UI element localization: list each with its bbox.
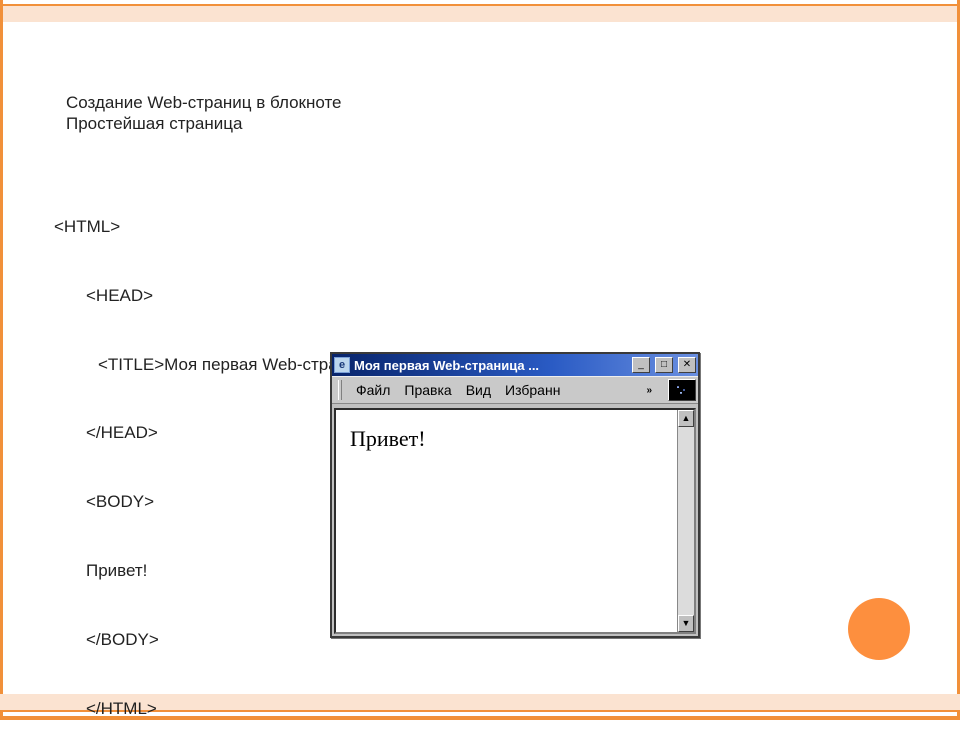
- vertical-scrollbar[interactable]: ▲ ▼: [677, 410, 694, 632]
- heading-line-2: Простейшая страница: [66, 113, 342, 134]
- heading-line-1: Создание Web-страниц в блокноте: [66, 92, 342, 113]
- heading-block: Создание Web-страниц в блокноте Простейш…: [66, 92, 342, 135]
- throbber-icon: [668, 379, 696, 401]
- minimize-button[interactable]: _: [632, 357, 650, 373]
- titlebar[interactable]: e Моя первая Web-страница ... _ □ ✕: [332, 354, 698, 376]
- code-line: <HEAD>: [54, 285, 447, 308]
- maximize-button[interactable]: □: [655, 357, 673, 373]
- viewport-frame: Привет! ▲ ▼: [334, 408, 696, 634]
- scroll-down-button[interactable]: ▼: [678, 615, 694, 632]
- code-line: <HTML>: [54, 216, 447, 239]
- slide-border-left: [0, 0, 3, 720]
- scroll-up-button[interactable]: ▲: [678, 410, 694, 427]
- menubar: Файл Правка Вид Избранн »: [332, 376, 698, 404]
- menu-favorites[interactable]: Избранн: [505, 382, 560, 398]
- menu-overflow[interactable]: »: [646, 385, 652, 396]
- menu-view[interactable]: Вид: [466, 382, 491, 398]
- close-button[interactable]: ✕: [678, 357, 696, 373]
- menu-file[interactable]: Файл: [356, 382, 390, 398]
- menu-edit[interactable]: Правка: [404, 382, 451, 398]
- window-title: Моя первая Web-страница ...: [354, 358, 627, 373]
- toolbar-grip[interactable]: [338, 380, 342, 400]
- browser-window: e Моя первая Web-страница ... _ □ ✕ Файл…: [330, 352, 700, 638]
- slide-stripe-top: [0, 6, 960, 22]
- code-line: </HTML>: [54, 698, 447, 721]
- page-content: Привет!: [336, 410, 677, 632]
- ie-icon: e: [334, 357, 350, 373]
- page-text: Привет!: [350, 426, 426, 451]
- scroll-track[interactable]: [678, 427, 694, 615]
- decor-circle: [848, 598, 910, 660]
